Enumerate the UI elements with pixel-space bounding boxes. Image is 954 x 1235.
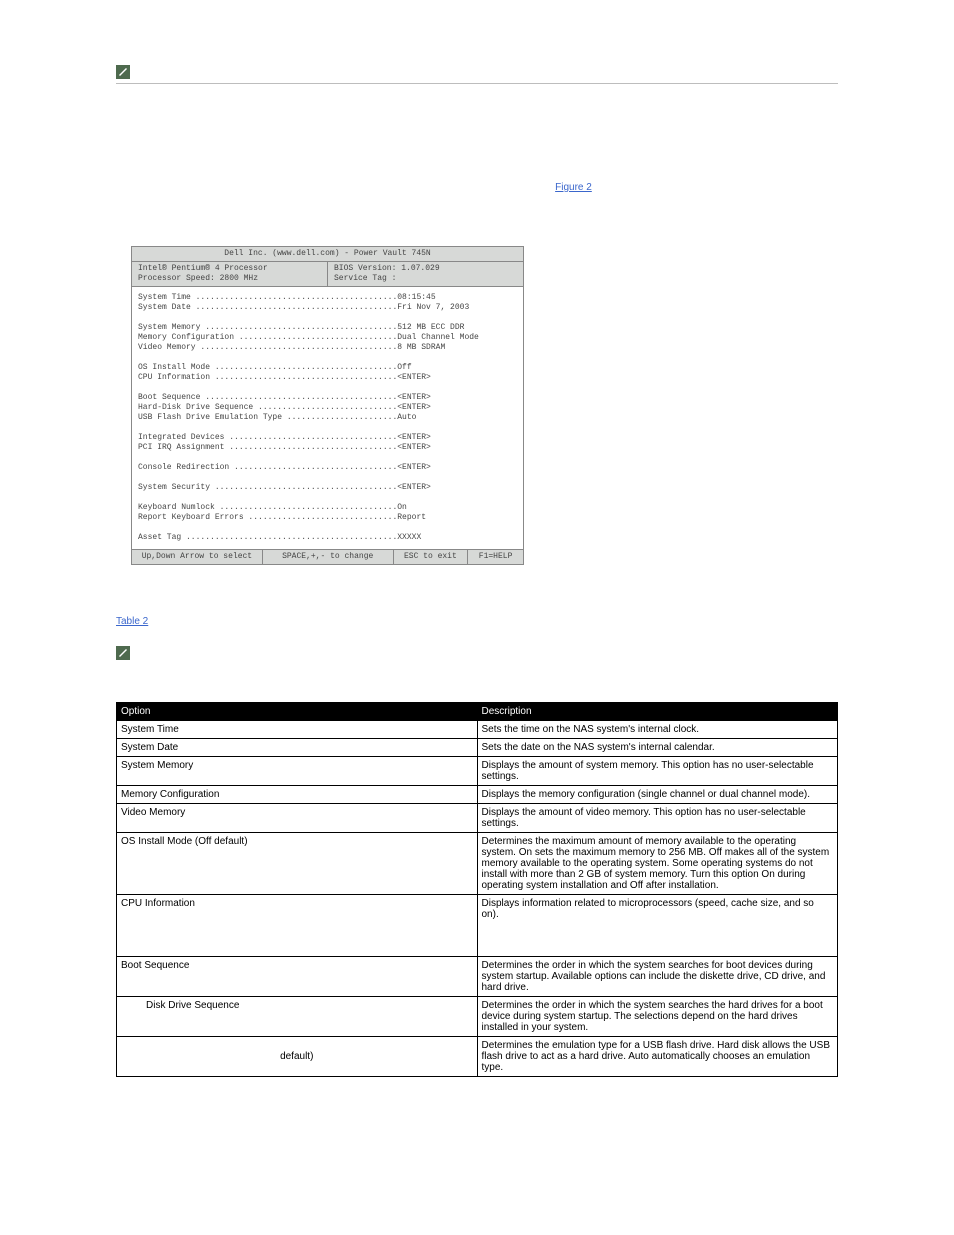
table-row: System Memory Displays the amount of sys… (117, 757, 838, 786)
note-1: NOTE: For most of the options, any chang… (116, 64, 838, 79)
bios-footer-change: SPACE,+,- to change (263, 550, 394, 564)
table-row: System Time Sets the time on the NAS sys… (117, 721, 838, 739)
table-row: Video Memory Displays the amount of vide… (117, 804, 838, 833)
figure-caption: Figure 2-1. Main System Setup Program Sc… (116, 225, 838, 236)
table-link[interactable]: Table 2 (116, 616, 148, 627)
bios-footer-exit: ESC to exit (394, 550, 469, 564)
note-2: NOTE: The System Setup program defaults … (116, 645, 838, 660)
table-row: USB Flash Drive Emulation Type (Auto def… (117, 1037, 838, 1077)
bios-screenshot: Dell Inc. (www.dell.com) - Power Vault 7… (131, 246, 524, 565)
main-intro-text: When you enter the System Setup program,… (116, 181, 838, 195)
table-intro: Table 2-1 lists the options and descript… (116, 615, 838, 629)
pencil-note-icon (116, 65, 130, 79)
pencil-note-icon (116, 646, 130, 660)
table-caption: Table 2-1. System Setup Program Options (116, 678, 838, 692)
navigation-keys-list: Press the left- and right-arrow keys to … (116, 0, 838, 52)
bios-footer-select: Up,Down Arrow to select (132, 550, 263, 564)
bios-body: System Time ............................… (131, 287, 524, 550)
nav-key-item: Press the <+> and <-> keys to cycle back… (142, 15, 838, 37)
figure-link[interactable]: Figure 2 (555, 182, 592, 193)
th-description: Description (477, 703, 838, 721)
table-row: Memory Configuration Displays the memory… (117, 786, 838, 804)
table-row: Boot Sequence Determines the order in wh… (117, 957, 838, 997)
th-option: Option (117, 703, 478, 721)
note-text: NOTE: The System Setup program defaults … (136, 645, 591, 659)
nav-key-item: Press the left- and right-arrow keys to … (142, 0, 838, 11)
table-row: CPU Information Displays information rel… (117, 895, 838, 957)
nav-key-item: From the main System Setup screen, press… (142, 41, 838, 52)
bios-footer: Up,Down Arrow to select SPACE,+,- to cha… (131, 550, 524, 565)
bios-info-right: BIOS Version: 1.07.029 Service Tag : (328, 262, 523, 286)
bios-title: Dell Inc. (www.dell.com) - Power Vault 7… (132, 247, 523, 262)
bios-info-left: Intel® Pentium® 4 Processor Processor Sp… (132, 262, 328, 286)
note-text: NOTE: For most of the options, any chang… (136, 64, 732, 78)
table-row: System Date Sets the date on the NAS sys… (117, 739, 838, 757)
divider (116, 83, 838, 84)
table-row: OS Install Mode (Off default) Determines… (117, 833, 838, 895)
bios-footer-help: F1=HELP (468, 550, 523, 564)
options-table: Option Description System Time Sets the … (116, 702, 838, 1077)
table-row: Hard-Disk Drive Sequence Determines the … (117, 997, 838, 1037)
subheading-main: Main Screen (116, 157, 838, 171)
section-heading-options: System Setup Options (116, 110, 838, 127)
